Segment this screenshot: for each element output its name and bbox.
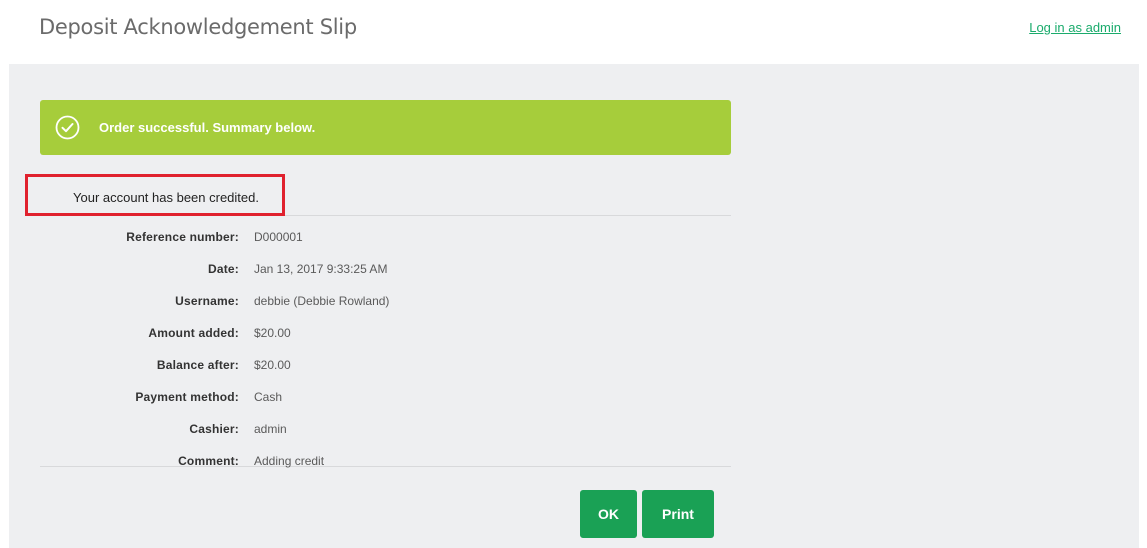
check-circle-icon (55, 115, 80, 140)
success-alert: Order successful. Summary below. (40, 100, 731, 155)
detail-label: Username: (175, 294, 239, 308)
detail-label: Cashier: (189, 422, 239, 436)
detail-value: Jan 13, 2017 9:33:25 AM (254, 262, 388, 276)
detail-row-reference: Reference number: D000001 (40, 230, 731, 250)
detail-row-cashier: Cashier: admin (40, 422, 731, 442)
detail-row-username: Username: debbie (Debbie Rowland) (40, 294, 731, 314)
detail-value: Adding credit (254, 454, 325, 468)
detail-row-comment: Comment: Adding credit (40, 454, 731, 474)
detail-label: Comment: (178, 454, 239, 468)
print-button[interactable]: Print (642, 490, 714, 538)
detail-row-balance-after: Balance after: $20.00 (40, 358, 731, 378)
alert-message: Order successful. Summary below. (99, 120, 316, 135)
detail-value: $20.00 (254, 326, 291, 340)
detail-label: Date: (207, 262, 239, 276)
detail-label: Reference number: (126, 230, 239, 244)
detail-value: admin (254, 422, 287, 436)
ok-button[interactable]: OK (580, 490, 637, 538)
detail-label: Amount added: (148, 326, 239, 340)
page-header: Deposit Acknowledgement Slip Log in as a… (0, 0, 1147, 64)
detail-value: D000001 (254, 230, 303, 244)
detail-row-payment-method: Payment method: Cash (40, 390, 731, 410)
detail-label: Payment method: (135, 390, 239, 404)
page-title: Deposit Acknowledgement Slip (39, 15, 357, 39)
detail-value: Cash (254, 390, 283, 404)
highlight-annotation-box (25, 174, 285, 216)
detail-value: debbie (Debbie Rowland) (254, 294, 390, 308)
login-as-admin-link[interactable]: Log in as admin (1029, 20, 1121, 35)
main-panel: Order successful. Summary below. Your ac… (9, 64, 1139, 548)
detail-row-amount-added: Amount added: $20.00 (40, 326, 731, 346)
details-list: Reference number: D000001 Date: Jan 13, … (40, 217, 731, 468)
detail-label: Balance after: (156, 358, 239, 372)
detail-row-date: Date: Jan 13, 2017 9:33:25 AM (40, 262, 731, 282)
detail-value: $20.00 (254, 358, 291, 372)
